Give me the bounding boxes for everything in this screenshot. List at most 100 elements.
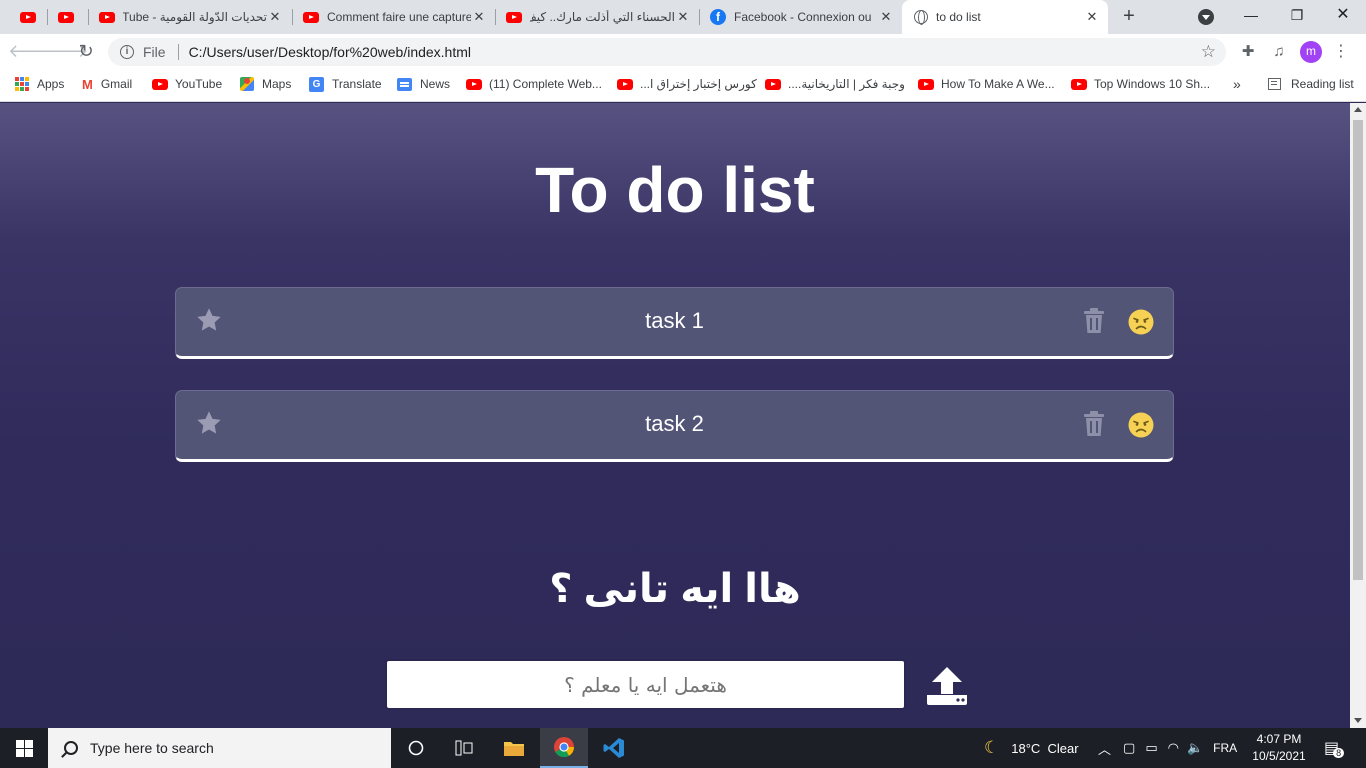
show-hidden-icons[interactable]: ︿ <box>1098 739 1111 758</box>
bookmark-label: News <box>420 77 451 91</box>
bookmark-label: How To Make A We... <box>941 77 1055 91</box>
task-item: task 1 <box>175 287 1174 359</box>
task-text: task 2 <box>645 411 704 436</box>
close-icon[interactable]: ✕ <box>471 9 487 25</box>
chrome-icon <box>554 737 575 758</box>
moon-icon: ☾ <box>984 738 1000 757</box>
apps-icon <box>15 77 29 91</box>
youtube-icon <box>152 78 168 90</box>
tab-search-icon[interactable] <box>1198 9 1214 25</box>
volume-icon[interactable]: 🔈 <box>1187 740 1203 756</box>
chrome-button[interactable] <box>540 728 588 768</box>
bookmark-how-to-make[interactable]: How To Make A We... <box>918 70 1055 98</box>
cortana-button[interactable] <box>392 728 440 768</box>
reload-button[interactable]: ↻ <box>72 38 100 66</box>
youtube-icon <box>20 11 36 23</box>
restore-button[interactable]: ❐ <box>1274 0 1320 32</box>
menu-icon[interactable]: ⋮ <box>1332 43 1350 61</box>
wifi-icon[interactable]: ◠ <box>1168 740 1179 756</box>
tab-youtube-4[interactable]: Comment faire une capture ✕ <box>293 0 495 34</box>
search-placeholder: Type here to search <box>90 740 214 756</box>
tab-title: Comment faire une capture <box>327 10 471 24</box>
sad-face-icon[interactable] <box>1128 309 1154 335</box>
language-indicator[interactable]: FRA <box>1213 741 1237 755</box>
tab-youtube-2[interactable] <box>48 0 88 34</box>
minimize-button[interactable]: — <box>1228 0 1274 32</box>
scroll-up-icon[interactable] <box>1354 107 1362 112</box>
youtube-icon <box>617 78 633 90</box>
file-explorer-button[interactable] <box>490 728 538 768</box>
bookmark-complete-web[interactable]: (11) Complete Web... <box>466 70 602 98</box>
new-tab-button[interactable]: + <box>1117 5 1141 29</box>
reading-list-icon <box>1268 78 1281 90</box>
close-icon[interactable]: ✕ <box>267 9 283 25</box>
meet-now-icon[interactable]: ▢ <box>1123 740 1135 756</box>
bookmark-star-icon[interactable]: ☆ <box>1201 42 1216 62</box>
bookmark-youtube[interactable]: YouTube <box>152 70 222 98</box>
page-title: To do list <box>535 154 815 226</box>
start-button[interactable] <box>0 728 48 768</box>
bookmark-pentest-course[interactable]: كورس إختبار إختراق ا... <box>617 70 757 98</box>
bookmark-label: Top Windows 10 Sh... <box>1094 77 1211 91</box>
upload-button[interactable] <box>925 665 969 705</box>
bookmark-gmail[interactable]: M Gmail <box>82 70 132 98</box>
add-task-heading: هاا ايه تانى ؟ <box>549 567 801 611</box>
address-bar[interactable]: i File C:/Users/user/Desktop/for%20web/i… <box>108 38 1226 66</box>
task-text: task 1 <box>645 308 704 333</box>
media-control-icon[interactable]: ♫ <box>1270 43 1288 61</box>
bookmark-maps[interactable]: Maps <box>240 70 291 98</box>
info-icon[interactable]: i <box>120 45 134 59</box>
bookmark-label: كورس إختبار إختراق ا... <box>640 77 757 91</box>
maps-icon <box>240 77 254 91</box>
bookmark-top-windows[interactable]: Top Windows 10 Sh... <box>1071 70 1210 98</box>
back-button[interactable]: 🡐 <box>8 38 56 66</box>
trash-icon[interactable] <box>1083 411 1105 437</box>
sad-face-icon[interactable] <box>1128 412 1154 438</box>
clock-date: 10/5/2021 <box>1252 749 1306 763</box>
close-window-button[interactable]: ✕ <box>1320 0 1366 32</box>
tab-youtube-1[interactable] <box>0 0 46 34</box>
bookmark-label: (11) Complete Web... <box>489 77 602 91</box>
tab-strip: تحديات الدّولة القومية - YouTube ✕ Comme… <box>0 0 1366 34</box>
url-text[interactable]: C:/Users/user/Desktop/for%20web/index.ht… <box>189 44 1201 60</box>
reading-list-button[interactable]: Reading list <box>1268 70 1354 98</box>
bookmark-translate[interactable]: G Translate <box>309 70 382 98</box>
youtube-icon <box>765 78 781 90</box>
bookmark-news[interactable]: News <box>397 70 450 98</box>
vscode-button[interactable] <box>590 728 638 768</box>
reading-list-label: Reading list <box>1291 77 1354 91</box>
notification-center[interactable]: ▤ 8 <box>1324 728 1345 768</box>
bookmark-label: Apps <box>37 77 65 91</box>
tab-title: الحسناء التي أذلت مارك.. كيف <box>530 10 675 24</box>
scroll-thumb[interactable] <box>1353 120 1363 580</box>
youtube-icon <box>58 11 74 23</box>
globe-icon <box>914 10 928 25</box>
new-task-input[interactable] <box>385 659 906 710</box>
clock[interactable]: 4:07 PM 10/5/2021 <box>1246 731 1312 765</box>
battery-icon[interactable]: ▭ <box>1145 740 1157 756</box>
tab-todo-list[interactable]: to do list ✕ <box>902 0 1108 34</box>
page-scrollbar[interactable] <box>1350 103 1366 728</box>
bookmark-wagba-fikr[interactable]: وجبة فكر | التاريخانية.... <box>765 70 905 98</box>
scroll-down-icon[interactable] <box>1354 718 1362 723</box>
tab-youtube-3[interactable]: تحديات الدّولة القومية - YouTube ✕ <box>89 0 291 34</box>
close-icon[interactable]: ✕ <box>675 9 691 25</box>
bookmark-label: Maps <box>262 77 292 91</box>
scheme-label: File <box>143 44 166 60</box>
bookmark-apps[interactable]: Apps <box>15 70 64 98</box>
tab-youtube-5[interactable]: الحسناء التي أذلت مارك.. كيف ✕ <box>496 0 699 34</box>
avatar[interactable]: m <box>1300 41 1322 63</box>
close-icon[interactable]: ✕ <box>878 9 894 25</box>
task-view-icon <box>455 740 473 756</box>
trash-icon[interactable] <box>1083 308 1105 334</box>
clock-time: 4:07 PM <box>1256 732 1302 746</box>
close-icon[interactable]: ✕ <box>1084 9 1100 25</box>
extensions-icon[interactable]: ✚ <box>1239 43 1257 61</box>
task-view-button[interactable] <box>440 728 488 768</box>
more-bookmarks-button[interactable]: » <box>1233 76 1241 92</box>
tab-facebook[interactable]: f Facebook - Connexion ou ✕ <box>700 0 902 34</box>
weather-widget[interactable]: ☾ 18°C Clear <box>984 728 1079 768</box>
bookmark-label: YouTube <box>175 77 223 91</box>
taskbar-search[interactable]: Type here to search <box>48 728 391 768</box>
forward-button[interactable]: 🡒 <box>40 38 88 66</box>
